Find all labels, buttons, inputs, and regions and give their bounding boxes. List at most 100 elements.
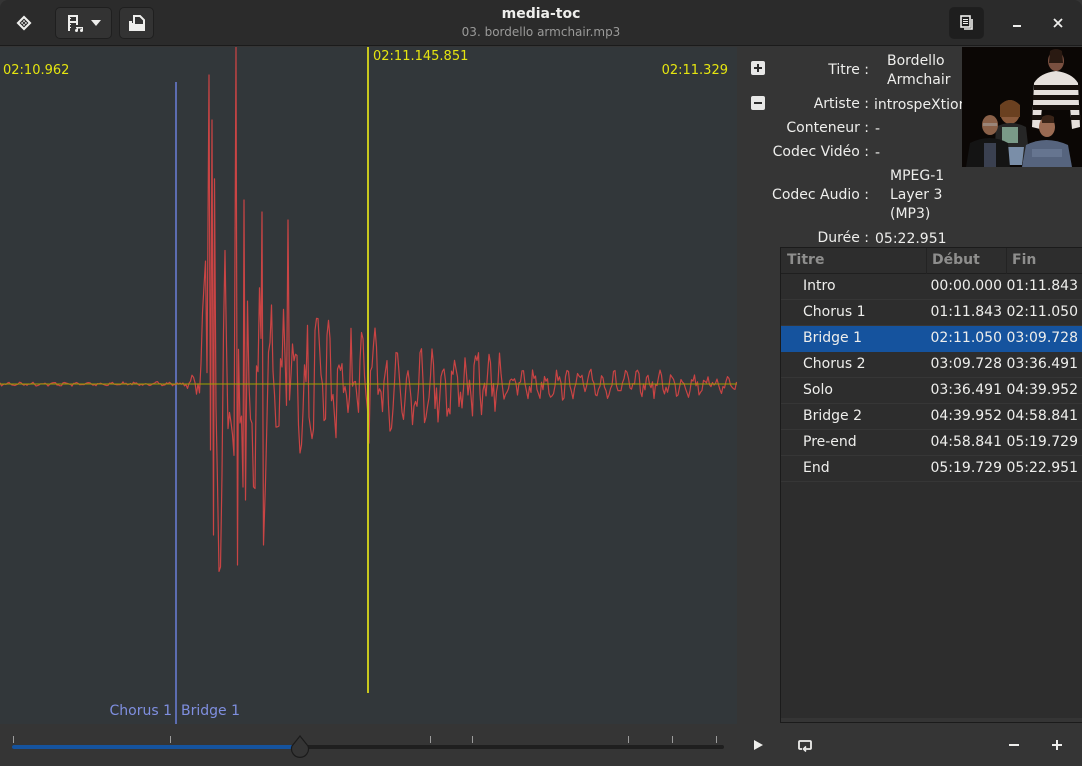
info-value-video-codec: - <box>875 145 881 161</box>
chapter-label-next: Bridge 1 <box>181 703 240 719</box>
repeat-icon <box>798 740 812 752</box>
document-copy-icon <box>959 15 973 30</box>
window-subtitle: 03. bordello armchair.mp3 <box>461 25 621 39</box>
info-value-artist: introspeXtion <box>874 97 968 113</box>
waveform-start-time: 02:10.962 <box>3 63 70 78</box>
export-icon <box>128 15 145 31</box>
app-window: media-toc 03. bordello armchair.mp3 02:1… <box>0 0 1082 766</box>
chapter-table-scroll-area <box>781 718 1082 722</box>
loop-button[interactable] <box>791 731 819 759</box>
close-button[interactable] <box>1042 7 1074 39</box>
timeline-tick <box>13 736 14 743</box>
timeline-tick <box>472 736 473 743</box>
info-label-artist: Artiste : <box>813 96 869 112</box>
chapter-title: Intro <box>803 278 836 294</box>
chapter-label-previous: Chorus 1 <box>109 703 173 719</box>
chapter-end: 05:22.951 <box>1006 460 1078 476</box>
timeline-tick <box>716 736 717 743</box>
chapter-end: 03:09.728 <box>1006 330 1078 346</box>
chapter-start: 02:11.050 <box>930 330 1002 346</box>
info-value-title-line1: Bordello <box>887 53 945 69</box>
plus-square-icon <box>754 64 762 72</box>
chapter-end: 01:11.843 <box>1006 278 1078 294</box>
info-label-duration: Durée : <box>817 230 870 246</box>
waveform-view[interactable]: 02:10.962 02:11.145.851 02:11.329 Chorus… <box>0 47 737 724</box>
chapter-end: 03:36.491 <box>1006 356 1078 372</box>
info-value-audio-codec-line2: Layer 3 <box>890 187 943 203</box>
column-header-start[interactable]: Début <box>932 252 980 268</box>
chapter-row[interactable]: Pre-end 04:58.841 05:19.729 <box>781 430 1082 456</box>
diamond-compass-icon <box>16 15 32 31</box>
info-value-container: - <box>875 121 881 137</box>
chapter-row[interactable]: Bridge 2 04:39.952 04:58.841 <box>781 404 1082 430</box>
film-music-icon <box>67 15 83 32</box>
minus-square-icon <box>754 102 762 104</box>
chapter-start: 00:00.000 <box>930 278 1002 294</box>
chapter-end: 05:19.729 <box>1006 434 1078 450</box>
timeline-tick <box>672 736 673 743</box>
chapter-table-header: Titre Début Fin <box>781 248 1082 274</box>
chapter-start: 03:09.728 <box>930 356 1002 372</box>
info-label-audio-codec: Codec Audio : <box>772 187 869 203</box>
chapter-end: 02:11.050 <box>1006 304 1078 320</box>
export-button[interactable] <box>119 7 154 39</box>
app-menu-button[interactable] <box>8 7 40 39</box>
chapter-row[interactable]: Intro 00:00.000 01:11.843 <box>781 274 1082 300</box>
waveform-cursor-time: 02:11.145.851 <box>373 49 469 64</box>
add-chapter-button[interactable] <box>751 61 765 75</box>
chapter-row[interactable]: Bridge 1 02:11.050 03:09.728 <box>781 326 1082 352</box>
timeline-tick <box>628 736 629 743</box>
column-separator <box>1006 248 1007 274</box>
chapter-title: Pre-end <box>803 434 857 450</box>
chapter-row[interactable]: Chorus 1 01:11.843 02:11.050 <box>781 300 1082 326</box>
waveform-canvas <box>0 47 737 724</box>
play-button[interactable] <box>744 731 772 759</box>
seek-slider-handle[interactable] <box>290 735 310 759</box>
info-label-title: Titre : <box>828 62 869 78</box>
album-cover-art <box>962 47 1082 167</box>
zoom-out-button[interactable] <box>1000 731 1028 759</box>
timeline-tick <box>170 736 171 743</box>
chapter-start: 03:36.491 <box>930 382 1002 398</box>
play-icon <box>754 740 763 750</box>
chapter-row[interactable]: End 05:19.729 05:22.951 <box>781 456 1082 482</box>
header-bar: media-toc 03. bordello armchair.mp3 <box>0 0 1082 46</box>
minus-icon <box>1009 744 1019 746</box>
chapter-title: Chorus 2 <box>803 356 866 372</box>
media-menu-button[interactable] <box>55 7 112 39</box>
chevron-down-icon <box>90 20 101 26</box>
column-separator <box>926 248 927 274</box>
minimize-icon <box>1013 25 1021 27</box>
chapter-start: 01:11.843 <box>930 304 1002 320</box>
minimize-button[interactable] <box>1001 7 1033 39</box>
info-value-audio-codec-line1: MPEG-1 <box>890 168 945 184</box>
seek-slider[interactable] <box>12 745 724 749</box>
chapter-title: Bridge 2 <box>803 408 862 424</box>
chapter-table: Titre Début Fin Intro 00:00.000 01:11.843 C… <box>780 247 1082 723</box>
chapter-row[interactable]: Chorus 2 03:09.728 03:36.491 <box>781 352 1082 378</box>
toggle-info-button[interactable] <box>949 7 984 39</box>
info-label-container: Conteneur : <box>786 120 869 136</box>
info-label-video-codec: Codec Vidéo : <box>772 144 869 160</box>
chapter-end: 04:39.952 <box>1006 382 1078 398</box>
column-header-end[interactable]: Fin <box>1012 252 1036 268</box>
chapter-start: 05:19.729 <box>930 460 1002 476</box>
chapter-row[interactable]: Solo 03:36.491 04:39.952 <box>781 378 1082 404</box>
column-header-title[interactable]: Titre <box>787 252 824 268</box>
window-title: media-toc <box>501 6 581 22</box>
album-cover-image <box>962 47 1082 167</box>
chapter-start: 04:58.841 <box>930 434 1002 450</box>
chapter-title: Chorus 1 <box>803 304 866 320</box>
info-value-audio-codec-line3: (MP3) <box>890 206 931 222</box>
waveform-end-time: 02:11.329 <box>661 63 728 78</box>
chapter-title: Bridge 1 <box>803 330 862 346</box>
chapter-title: Solo <box>803 382 833 398</box>
remove-chapter-button[interactable] <box>751 96 765 110</box>
seek-slider-fill <box>12 745 301 749</box>
close-icon <box>1053 18 1063 28</box>
chapter-end: 04:58.841 <box>1006 408 1078 424</box>
plus-icon <box>1052 740 1062 750</box>
timeline-tick <box>430 736 431 743</box>
info-value-title-line2: Armchair <box>887 72 951 88</box>
zoom-in-button[interactable] <box>1043 731 1071 759</box>
